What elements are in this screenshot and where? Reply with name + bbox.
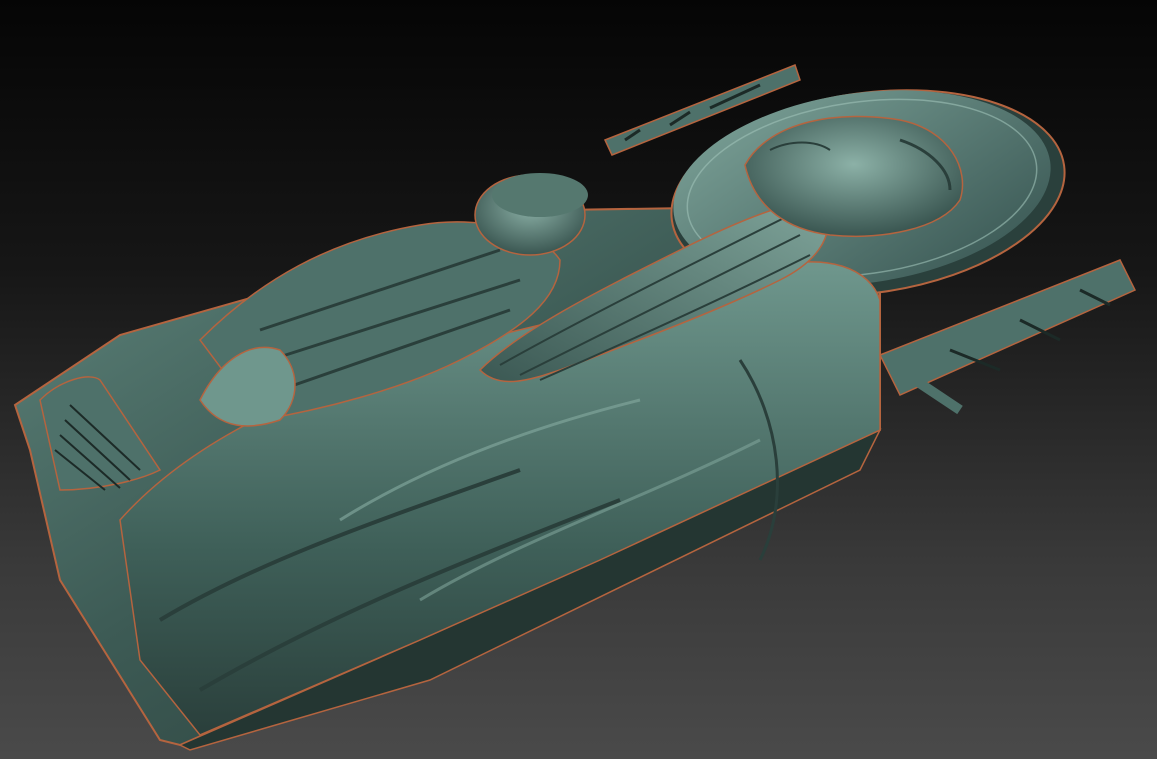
relief-scene — [13, 64, 1137, 751]
viewport — [0, 0, 1157, 759]
